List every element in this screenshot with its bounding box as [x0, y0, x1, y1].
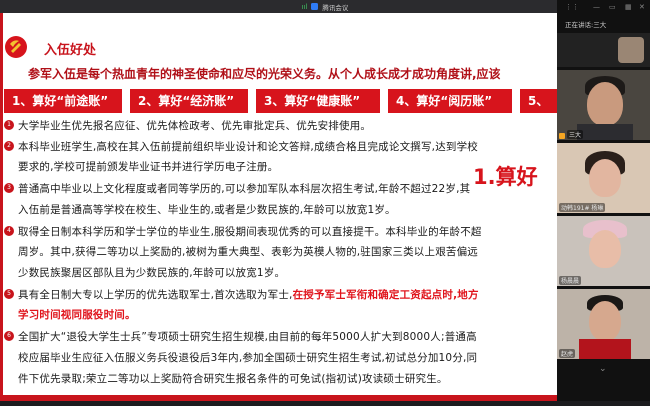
participant-1-shirt — [577, 124, 633, 140]
item-6-line-2: 校应届毕业生应征入伍服义务兵役退役后3年内,参加全国硕士研究生招生考试,初试总分… — [18, 352, 478, 364]
participant-3-name: 杨晨晨 — [559, 276, 582, 285]
item-6-line-3: 件下优先录取;荣立二等功以上奖励符合研究生报名条件的可免试(指初试)攻读硕士研究… — [18, 373, 448, 385]
shared-slide: 入伍好处 参军入伍是每个热血青年的神圣使命和应尽的光荣义务。从个人成长成才成功角… — [0, 13, 557, 401]
speaking-indicator: 正在讲话:三大 — [565, 21, 607, 29]
item-4-line-1: 取得全日制本科学历和学士学位的毕业生,服役期间表现优秀的可以直接提干。本科毕业的… — [18, 226, 482, 238]
item-1-line-1: 大学毕业生优先报名应征、优先体检政考、优先审批定兵、优先安排使用。 — [18, 120, 372, 132]
participant-1-face — [587, 82, 623, 126]
bullet-4: 4 — [4, 226, 14, 236]
restore-icon[interactable]: ▭ — [609, 3, 616, 11]
participant-panel: ⋮⋮ — ▭ ▦ ✕ 正在讲话:三大 三大 动韩191# 杨琳 杨晨晨 赵虎 ⌄ — [557, 0, 650, 406]
item-6-line-1: 全国扩大“退役大学生士兵”专项硕士研究生招生规模,由目前的每年5000人扩大到8… — [18, 331, 477, 343]
bullet-2: 2 — [4, 141, 14, 151]
minimize-icon[interactable]: — — [593, 3, 600, 11]
participant-4-shirt — [579, 339, 631, 359]
item-4-line-3: 少数民族聚居区部队且为少数民族的,年龄可以放宽1岁。 — [18, 267, 286, 279]
bullet-3: 3 — [4, 183, 14, 193]
panel-grip-icon[interactable]: ⋮⋮ — [565, 3, 579, 11]
participant-3-face — [589, 230, 621, 268]
participant-tile-2[interactable]: 动韩191# 杨琳 — [557, 143, 650, 213]
meeting-window: ııl 腾讯会议 入伍好处 参军入伍是每个热血青年的神圣使命和应尽的光荣义务。从… — [0, 0, 650, 406]
self-preview-tile[interactable] — [557, 33, 650, 67]
participant-2-face — [589, 159, 621, 197]
bullet-5: 5 — [4, 289, 14, 299]
item-5-line-1-text: 具有全日制大专以上学历的优先选取军士,首次选取为军士, — [18, 289, 293, 301]
participant-tile-1[interactable]: 三大 — [557, 70, 650, 140]
participant-tile-4[interactable]: 赵虎 — [557, 289, 650, 359]
item-2-line-2: 要求的,学校可提前颁发毕业证书并进行学历电子注册。 — [18, 161, 279, 173]
participant-2-name: 动韩191# 杨琳 — [559, 203, 606, 212]
participant-1-name: 三大 — [567, 130, 584, 139]
item-2-line-1: 本科毕业班学生,高校在其入伍前提前组织毕业设计和论文答辩,成绩合格且完成论文撰写… — [18, 141, 479, 153]
signal-icon: ııl — [301, 2, 308, 11]
participant-4-name: 赵虎 — [559, 349, 576, 358]
item-3-line-1: 普通高中毕业以上文化程度或者同等学历的,可以参加军队本科层次招生考试,年龄不超过… — [18, 183, 471, 195]
self-avatar — [618, 37, 644, 63]
close-icon[interactable]: ✕ — [639, 3, 645, 11]
bottom-strip — [0, 401, 650, 406]
tencent-meeting-icon — [311, 3, 319, 10]
item-4-line-2: 周岁。其中,获得二等功以上奖励的,被树为重大典型、表彰为英模人物的,驻国家三类以… — [18, 246, 479, 258]
panel-scroll-down-icon[interactable]: ⌄ — [599, 364, 607, 374]
view-icon[interactable]: ▦ — [625, 3, 632, 11]
bullet-6: 6 — [4, 331, 14, 341]
app-name: 腾讯会议 — [322, 3, 349, 12]
participant-tile-3[interactable]: 杨晨晨 — [557, 216, 650, 286]
meeting-topbar: ııl 腾讯会议 — [0, 0, 650, 13]
item-5-highlight: 在授予军士军衔和确定工资起点时,地方 — [292, 289, 479, 301]
item-5-line-1: 具有全日制大专以上学历的优先选取军士,首次选取为军士,在授予军士军衔和确定工资起… — [18, 287, 479, 302]
participant-4-face — [589, 301, 621, 341]
item-5-line-2: 学习时间视同服役时间。 — [18, 309, 136, 321]
item-3-line-2: 入伍前是普通高等学校在校生、毕业生的,或者是少数民族的,年龄可以放宽1岁。 — [18, 204, 396, 216]
mic-icon — [559, 133, 565, 139]
benefit-list: 1 大学毕业生优先报名应征、优先体检政考、优先审批定兵、优先安排使用。 2 本科… — [0, 13, 557, 401]
bullet-1: 1 — [4, 120, 14, 130]
